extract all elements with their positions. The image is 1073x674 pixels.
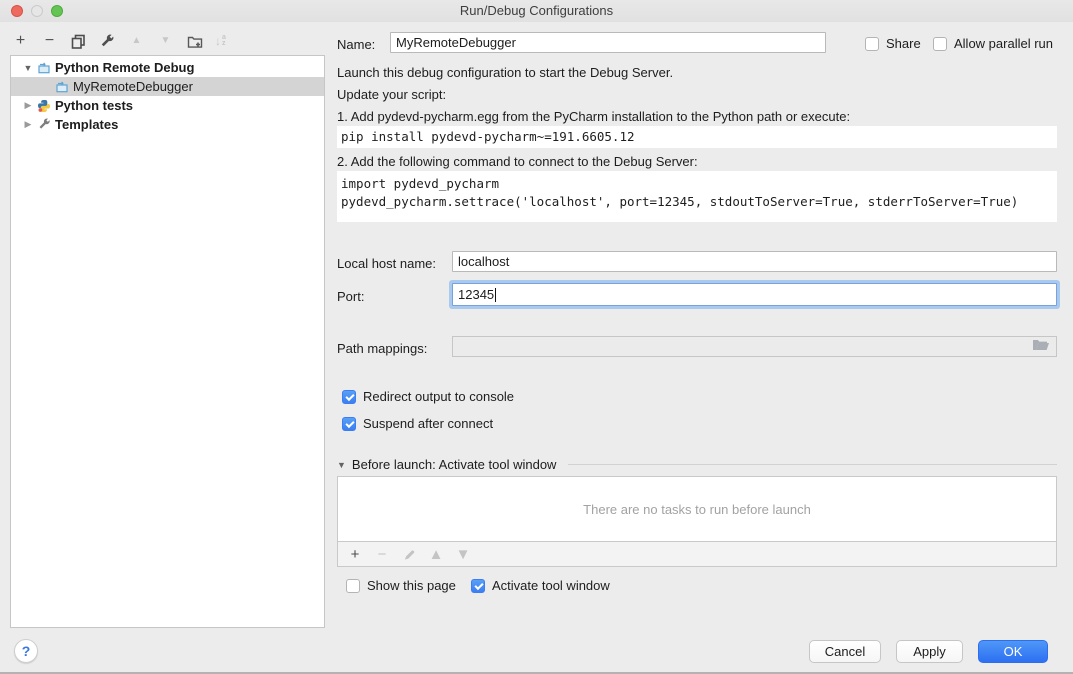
edit-task-pencil-icon — [401, 548, 417, 561]
new-folder-icon[interactable] — [186, 32, 203, 50]
suspend-after-connect-checkbox[interactable] — [342, 417, 356, 431]
run-debug-configurations-dialog: Run/Debug Configurations + − ▲ ▼ ↓ az ▼ … — [0, 0, 1073, 674]
settrace-code-field[interactable]: import pydevd_pycharm pydevd_pycharm.set… — [337, 171, 1057, 222]
wrench-icon — [37, 118, 51, 132]
port-input[interactable]: 12345 — [452, 283, 1057, 306]
ok-button[interactable]: OK — [978, 640, 1048, 663]
allow-parallel-run-label: Allow parallel run — [954, 36, 1053, 51]
add-task-icon[interactable]: + — [347, 546, 363, 563]
step1-text: 1. Add pydevd-pycharm.egg from the PyCha… — [337, 109, 850, 124]
before-launch-header[interactable]: ▼ Before launch: Activate tool window — [337, 457, 1057, 472]
name-label: Name: — [337, 37, 375, 52]
share-checkbox[interactable] — [865, 37, 879, 51]
apply-button[interactable]: Apply — [896, 640, 963, 663]
text-caret — [495, 288, 496, 302]
share-label: Share — [886, 36, 921, 51]
expand-triangle-icon[interactable]: ▼ — [21, 63, 35, 73]
configurations-tree: ▼ Python Remote Debug MyRemoteDebugger ▶… — [10, 55, 325, 628]
titlebar: Run/Debug Configurations — [0, 0, 1073, 22]
collapse-section-icon[interactable]: ▼ — [337, 460, 346, 470]
port-value: 12345 — [458, 287, 494, 302]
code-line-1: import pydevd_pycharm — [341, 176, 499, 191]
allow-parallel-checkbox-row: Allow parallel run — [933, 36, 1053, 51]
add-configuration-icon[interactable]: + — [12, 32, 29, 50]
code-line-2: pydevd_pycharm.settrace('localhost', por… — [341, 194, 1018, 209]
tree-item-python-tests[interactable]: ▶ Python tests — [11, 96, 324, 115]
empty-tasks-text: There are no tasks to run before launch — [583, 502, 811, 517]
tree-item-label: Templates — [55, 117, 118, 132]
port-label: Port: — [337, 289, 364, 304]
show-this-page-row: Show this page — [346, 578, 456, 593]
python-icon — [37, 99, 51, 113]
local-host-name-input[interactable] — [452, 251, 1057, 272]
redirect-output-label: Redirect output to console — [363, 389, 514, 404]
move-task-down-icon: ▼ — [455, 546, 471, 563]
step2-text: 2. Add the following command to connect … — [337, 154, 698, 169]
help-button[interactable]: ? — [14, 639, 38, 663]
tree-item-label: Python Remote Debug — [55, 60, 194, 75]
path-mappings-label: Path mappings: — [337, 341, 427, 356]
redirect-output-row: Redirect output to console — [342, 389, 514, 404]
path-mappings-input[interactable] — [452, 336, 1057, 357]
remove-configuration-icon[interactable]: − — [41, 32, 58, 50]
before-launch-task-list[interactable]: There are no tasks to run before launch — [337, 476, 1057, 542]
collapse-triangle-icon[interactable]: ▶ — [21, 100, 35, 111]
share-checkbox-row: Share — [865, 36, 921, 51]
move-task-up-icon: ▲ — [428, 546, 444, 563]
tree-item-label: Python tests — [55, 98, 133, 113]
remote-debug-icon — [37, 61, 51, 75]
update-script-text: Update your script: — [337, 87, 446, 102]
suspend-after-connect-label: Suspend after connect — [363, 416, 493, 431]
allow-parallel-run-checkbox[interactable] — [933, 37, 947, 51]
browse-folder-icon[interactable] — [1032, 338, 1050, 355]
name-input[interactable] — [390, 32, 826, 53]
question-mark-icon: ? — [22, 643, 31, 659]
tree-item-label: MyRemoteDebugger — [73, 79, 193, 94]
remove-task-icon: − — [374, 546, 390, 563]
activate-tool-window-label: Activate tool window — [492, 578, 610, 593]
move-up-icon: ▲ — [128, 32, 145, 50]
move-down-icon: ▼ — [157, 32, 174, 50]
copy-configuration-icon[interactable] — [70, 32, 87, 50]
section-divider — [568, 464, 1057, 465]
show-this-page-label: Show this page — [367, 578, 456, 593]
tree-item-python-remote-debug[interactable]: ▼ Python Remote Debug — [11, 58, 324, 77]
cancel-button[interactable]: Cancel — [809, 640, 881, 663]
tree-item-myremotedebugger[interactable]: MyRemoteDebugger — [11, 77, 324, 96]
before-launch-title: Before launch: Activate tool window — [352, 457, 557, 472]
show-this-page-checkbox[interactable] — [346, 579, 360, 593]
remote-debug-icon — [55, 80, 69, 94]
redirect-output-checkbox[interactable] — [342, 390, 356, 404]
configurations-toolbar: + − ▲ ▼ ↓ az — [12, 30, 226, 52]
pip-command-field[interactable]: pip install pydevd-pycharm~=191.6605.12 — [337, 126, 1057, 148]
local-host-name-label: Local host name: — [337, 256, 436, 271]
task-list-toolbar: + − ▲ ▼ — [337, 541, 1057, 567]
suspend-after-connect-row: Suspend after connect — [342, 416, 493, 431]
activate-tool-window-row: Activate tool window — [471, 578, 610, 593]
activate-tool-window-checkbox[interactable] — [471, 579, 485, 593]
window-title: Run/Debug Configurations — [0, 3, 1073, 18]
launch-instruction-text: Launch this debug configuration to start… — [337, 65, 673, 80]
collapse-triangle-icon[interactable]: ▶ — [21, 119, 35, 130]
tree-item-templates[interactable]: ▶ Templates — [11, 115, 324, 134]
sort-alphabetically-icon: ↓ az — [215, 34, 226, 48]
edit-defaults-wrench-icon[interactable] — [99, 32, 116, 50]
